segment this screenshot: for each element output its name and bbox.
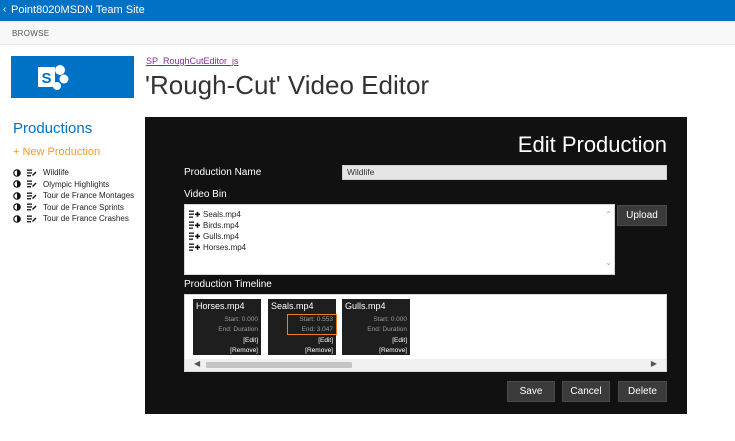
ribbon: BROWSE — [0, 21, 735, 45]
production-item[interactable]: Tour de France Crashes — [13, 213, 134, 225]
add-to-timeline-icon[interactable] — [189, 243, 200, 252]
clip-remove-link[interactable]: [Remove] — [305, 347, 333, 354]
edit-document-icon — [27, 192, 37, 200]
clip-name: Seals.mp4 — [271, 301, 314, 311]
scroll-left-icon[interactable]: ◀ — [194, 359, 200, 368]
edit-production-panel: Edit Production Production Name Wildlife… — [145, 117, 687, 414]
svg-text:S: S — [41, 70, 51, 87]
clip-edit-link[interactable]: [Edit] — [243, 337, 258, 344]
video-bin-list[interactable]: Seals.mp4 Birds.mp4 Gulls.mp4 Horses.mp4… — [184, 204, 615, 275]
production-timeline-label: Production Timeline — [184, 279, 272, 290]
half-circle-icon — [13, 214, 21, 223]
clip-start: Start: 0.000 — [373, 316, 407, 323]
production-item-label: Tour de France Crashes — [43, 214, 129, 224]
delete-button[interactable]: Delete — [618, 381, 667, 402]
sharepoint-logo[interactable]: S — [11, 56, 134, 98]
scroll-down-icon[interactable]: ⌄ — [605, 258, 612, 267]
new-production-link[interactable]: + New Production — [13, 146, 100, 158]
timeline-clip[interactable]: Seals.mp4 Start: 0.553 End: 3.047 [Edit]… — [268, 299, 337, 355]
sharepoint-logo-icon: S — [38, 65, 69, 90]
production-timeline[interactable]: Horses.mp4 Start: 0.000 End: Duration [E… — [184, 294, 667, 372]
half-circle-icon — [13, 168, 21, 177]
production-item-label: Tour de France Sprints — [43, 202, 124, 212]
edit-document-icon — [27, 180, 37, 188]
clip-end: End: Duration — [367, 326, 407, 333]
production-item[interactable]: Tour de France Montages — [13, 190, 134, 202]
nav-heading-productions[interactable]: Productions — [13, 120, 92, 137]
scroll-up-icon[interactable]: ⌃ — [605, 210, 612, 219]
production-name-input[interactable]: Wildlife — [342, 165, 667, 180]
video-file-name: Gulls.mp4 — [203, 232, 240, 241]
half-circle-icon — [13, 203, 21, 212]
page-breadcrumb-link[interactable]: SP_RoughCutEditor_js — [146, 56, 239, 66]
edit-document-icon — [27, 215, 37, 223]
chevron-left-icon[interactable]: ‹ — [3, 3, 6, 17]
edit-document-icon — [27, 169, 37, 177]
browse-tab[interactable]: BROWSE — [12, 29, 49, 38]
timeline-horizontal-scrollbar[interactable]: ◀ ▶ — [185, 359, 666, 371]
clip-name: Horses.mp4 — [196, 301, 245, 311]
production-name-label: Production Name — [184, 167, 262, 178]
suite-bar: ‹ Point8020MSDN Team Site — [0, 0, 735, 21]
clip-remove-link[interactable]: [Remove] — [379, 347, 407, 354]
clip-edit-link[interactable]: [Edit] — [318, 337, 333, 344]
video-file-name: Horses.mp4 — [203, 243, 247, 252]
video-bin-item[interactable]: Seals.mp4 — [189, 209, 246, 220]
page-title: 'Rough-Cut' Video Editor — [145, 70, 430, 100]
production-item-label: Tour de France Montages — [43, 191, 135, 201]
scrollbar-thumb[interactable] — [206, 362, 352, 368]
save-button[interactable]: Save — [507, 381, 555, 402]
production-item-label: Wildlife — [43, 168, 69, 178]
cancel-button[interactable]: Cancel — [562, 381, 610, 402]
add-to-timeline-icon[interactable] — [189, 210, 200, 219]
production-item[interactable]: Olympic Highlights — [13, 179, 134, 191]
video-file-name: Seals.mp4 — [203, 210, 241, 219]
video-file-name: Birds.mp4 — [203, 221, 240, 230]
panel-title: Edit Production — [517, 132, 667, 157]
clip-remove-link[interactable]: [Remove] — [230, 347, 258, 354]
video-bin-item[interactable]: Birds.mp4 — [189, 220, 246, 231]
production-item[interactable]: Tour de France Sprints — [13, 202, 134, 214]
timeline-clip[interactable]: Horses.mp4 Start: 0.000 End: Duration [E… — [193, 299, 261, 355]
edit-document-icon — [27, 203, 37, 211]
start-end-highlight — [287, 314, 337, 335]
video-bin-label: Video Bin — [184, 189, 227, 200]
add-to-timeline-icon[interactable] — [189, 221, 200, 230]
clip-start: Start: 0.000 — [224, 316, 258, 323]
upload-button[interactable]: Upload — [617, 205, 667, 226]
production-item-label: Olympic Highlights — [43, 179, 110, 189]
video-bin-item[interactable]: Horses.mp4 — [189, 242, 246, 253]
video-bin-item[interactable]: Gulls.mp4 — [189, 231, 246, 242]
production-item[interactable]: Wildlife — [13, 167, 134, 179]
site-name-link[interactable]: Point8020MSDN Team Site — [11, 3, 145, 17]
scroll-right-icon[interactable]: ▶ — [651, 359, 657, 368]
add-to-timeline-icon[interactable] — [189, 232, 200, 241]
clip-end: End: Duration — [218, 326, 258, 333]
clip-name: Gulls.mp4 — [345, 301, 386, 311]
half-circle-icon — [13, 191, 21, 200]
timeline-clip[interactable]: Gulls.mp4 Start: 0.000 End: Duration [Ed… — [342, 299, 410, 355]
clip-edit-link[interactable]: [Edit] — [392, 337, 407, 344]
production-list: Wildlife Olympic Highlights Tour de Fran… — [13, 167, 134, 225]
half-circle-icon — [13, 180, 21, 189]
